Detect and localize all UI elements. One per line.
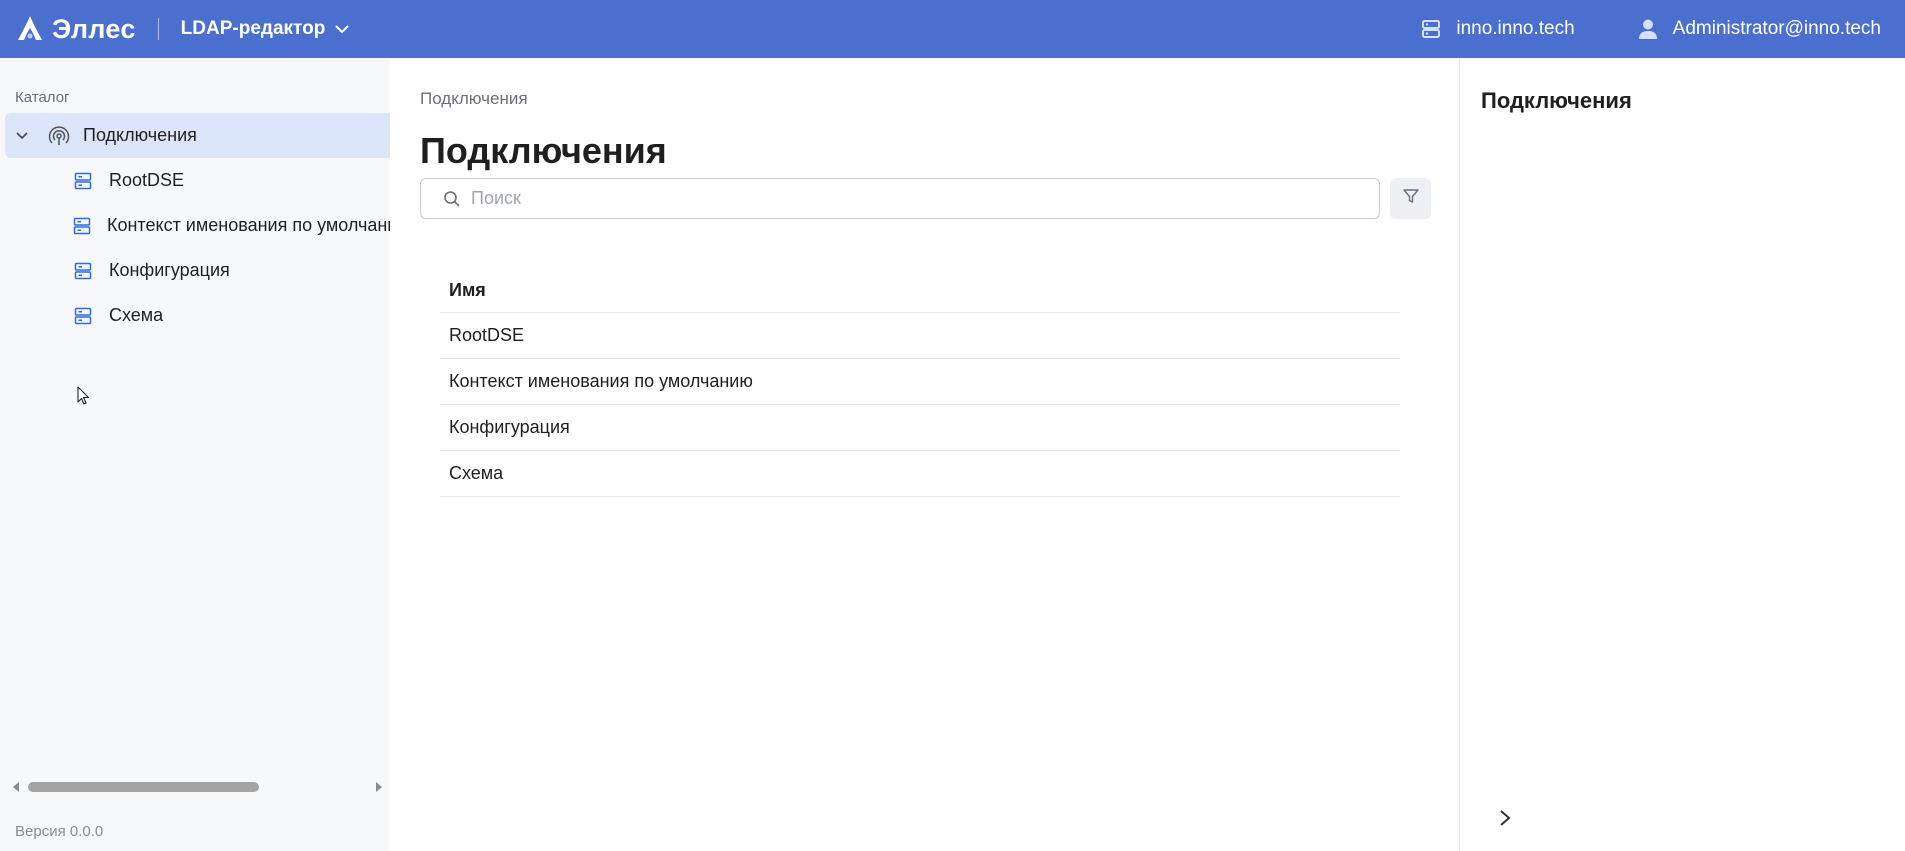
app-name: LDAP-редактор <box>180 18 326 39</box>
header-divider <box>157 18 159 40</box>
page-title: Подключения <box>420 130 667 171</box>
expand-panel-button[interactable] <box>1495 809 1515 832</box>
details-panel: Подключения <box>1461 58 1905 851</box>
mouse-cursor-icon <box>77 386 91 406</box>
tree-item-label: RootDSE <box>109 170 185 190</box>
sidebar: Каталог Подключения RootDSE Контекст име… <box>0 58 390 851</box>
chevron-right-icon <box>1499 809 1511 832</box>
server-icon <box>73 261 93 281</box>
top-bar: Эллес LDAP-редактор inno.inno.tech Admin… <box>0 0 1905 58</box>
scroll-right-icon[interactable] <box>373 779 385 795</box>
server-name: inno.inno.tech <box>1456 18 1575 39</box>
column-header-name[interactable]: Имя <box>440 268 1400 313</box>
table-row[interactable]: Схема <box>440 451 1400 497</box>
tree-item-label: Подключения <box>83 125 197 145</box>
tree-item-connections[interactable]: Подключения <box>5 113 390 158</box>
connections-table: Имя RootDSE Контекст именования по умолч… <box>440 268 1400 497</box>
sidebar-section-label: Каталог <box>15 89 70 106</box>
version-label: Версия 0.0.0 <box>15 823 104 840</box>
breadcrumb[interactable]: Подключения <box>420 89 528 109</box>
table-row[interactable]: RootDSE <box>440 313 1400 359</box>
user-menu[interactable]: Administrator@inno.tech <box>1637 18 1881 40</box>
filter-icon <box>1402 187 1420 210</box>
server-icon <box>73 306 93 326</box>
chevron-down-icon[interactable] <box>12 131 32 140</box>
details-panel-title: Подключения <box>1481 88 1632 113</box>
server-selector[interactable]: inno.inno.tech <box>1420 18 1575 40</box>
connection-icon <box>47 124 71 148</box>
server-icon <box>73 216 91 236</box>
table-row[interactable]: Контекст именования по умолчанию <box>440 359 1400 405</box>
table-row[interactable]: Конфигурация <box>440 405 1400 451</box>
brand-name: Эллес <box>52 13 136 44</box>
tree-item-rootdse[interactable]: RootDSE <box>5 158 390 203</box>
server-icon <box>73 171 93 191</box>
filter-button[interactable] <box>1390 178 1431 219</box>
tree-item-default-naming-context[interactable]: Контекст именования по умолчанию <box>5 203 390 248</box>
tree-item-label: Схема <box>109 305 164 325</box>
catalog-tree: Подключения RootDSE Контекст именования … <box>5 113 390 338</box>
scrollbar-track[interactable] <box>28 782 367 792</box>
tree-item-label: Конфигурация <box>109 260 230 280</box>
search-input[interactable] <box>471 188 1351 209</box>
user-name: Administrator@inno.tech <box>1672 18 1881 39</box>
user-icon <box>1637 18 1659 40</box>
tree-item-label: Контекст именования по умолчанию <box>107 215 390 235</box>
tree-item-schema[interactable]: Схема <box>5 293 390 338</box>
search-box[interactable] <box>420 178 1380 219</box>
sidebar-horizontal-scrollbar[interactable] <box>10 779 385 795</box>
server-icon <box>1420 18 1442 40</box>
tree-item-configuration[interactable]: Конфигурация <box>5 248 390 293</box>
brand[interactable]: Эллес <box>14 0 136 58</box>
app-switcher-button[interactable]: LDAP-редактор <box>181 18 350 40</box>
elles-logo-icon <box>14 13 46 45</box>
scroll-left-icon[interactable] <box>10 779 22 795</box>
chevron-down-icon <box>335 24 350 34</box>
main-content: Подключения Подключения Имя RootDSE Конт… <box>390 58 1460 851</box>
search-icon <box>441 188 463 210</box>
scrollbar-thumb[interactable] <box>28 782 259 792</box>
